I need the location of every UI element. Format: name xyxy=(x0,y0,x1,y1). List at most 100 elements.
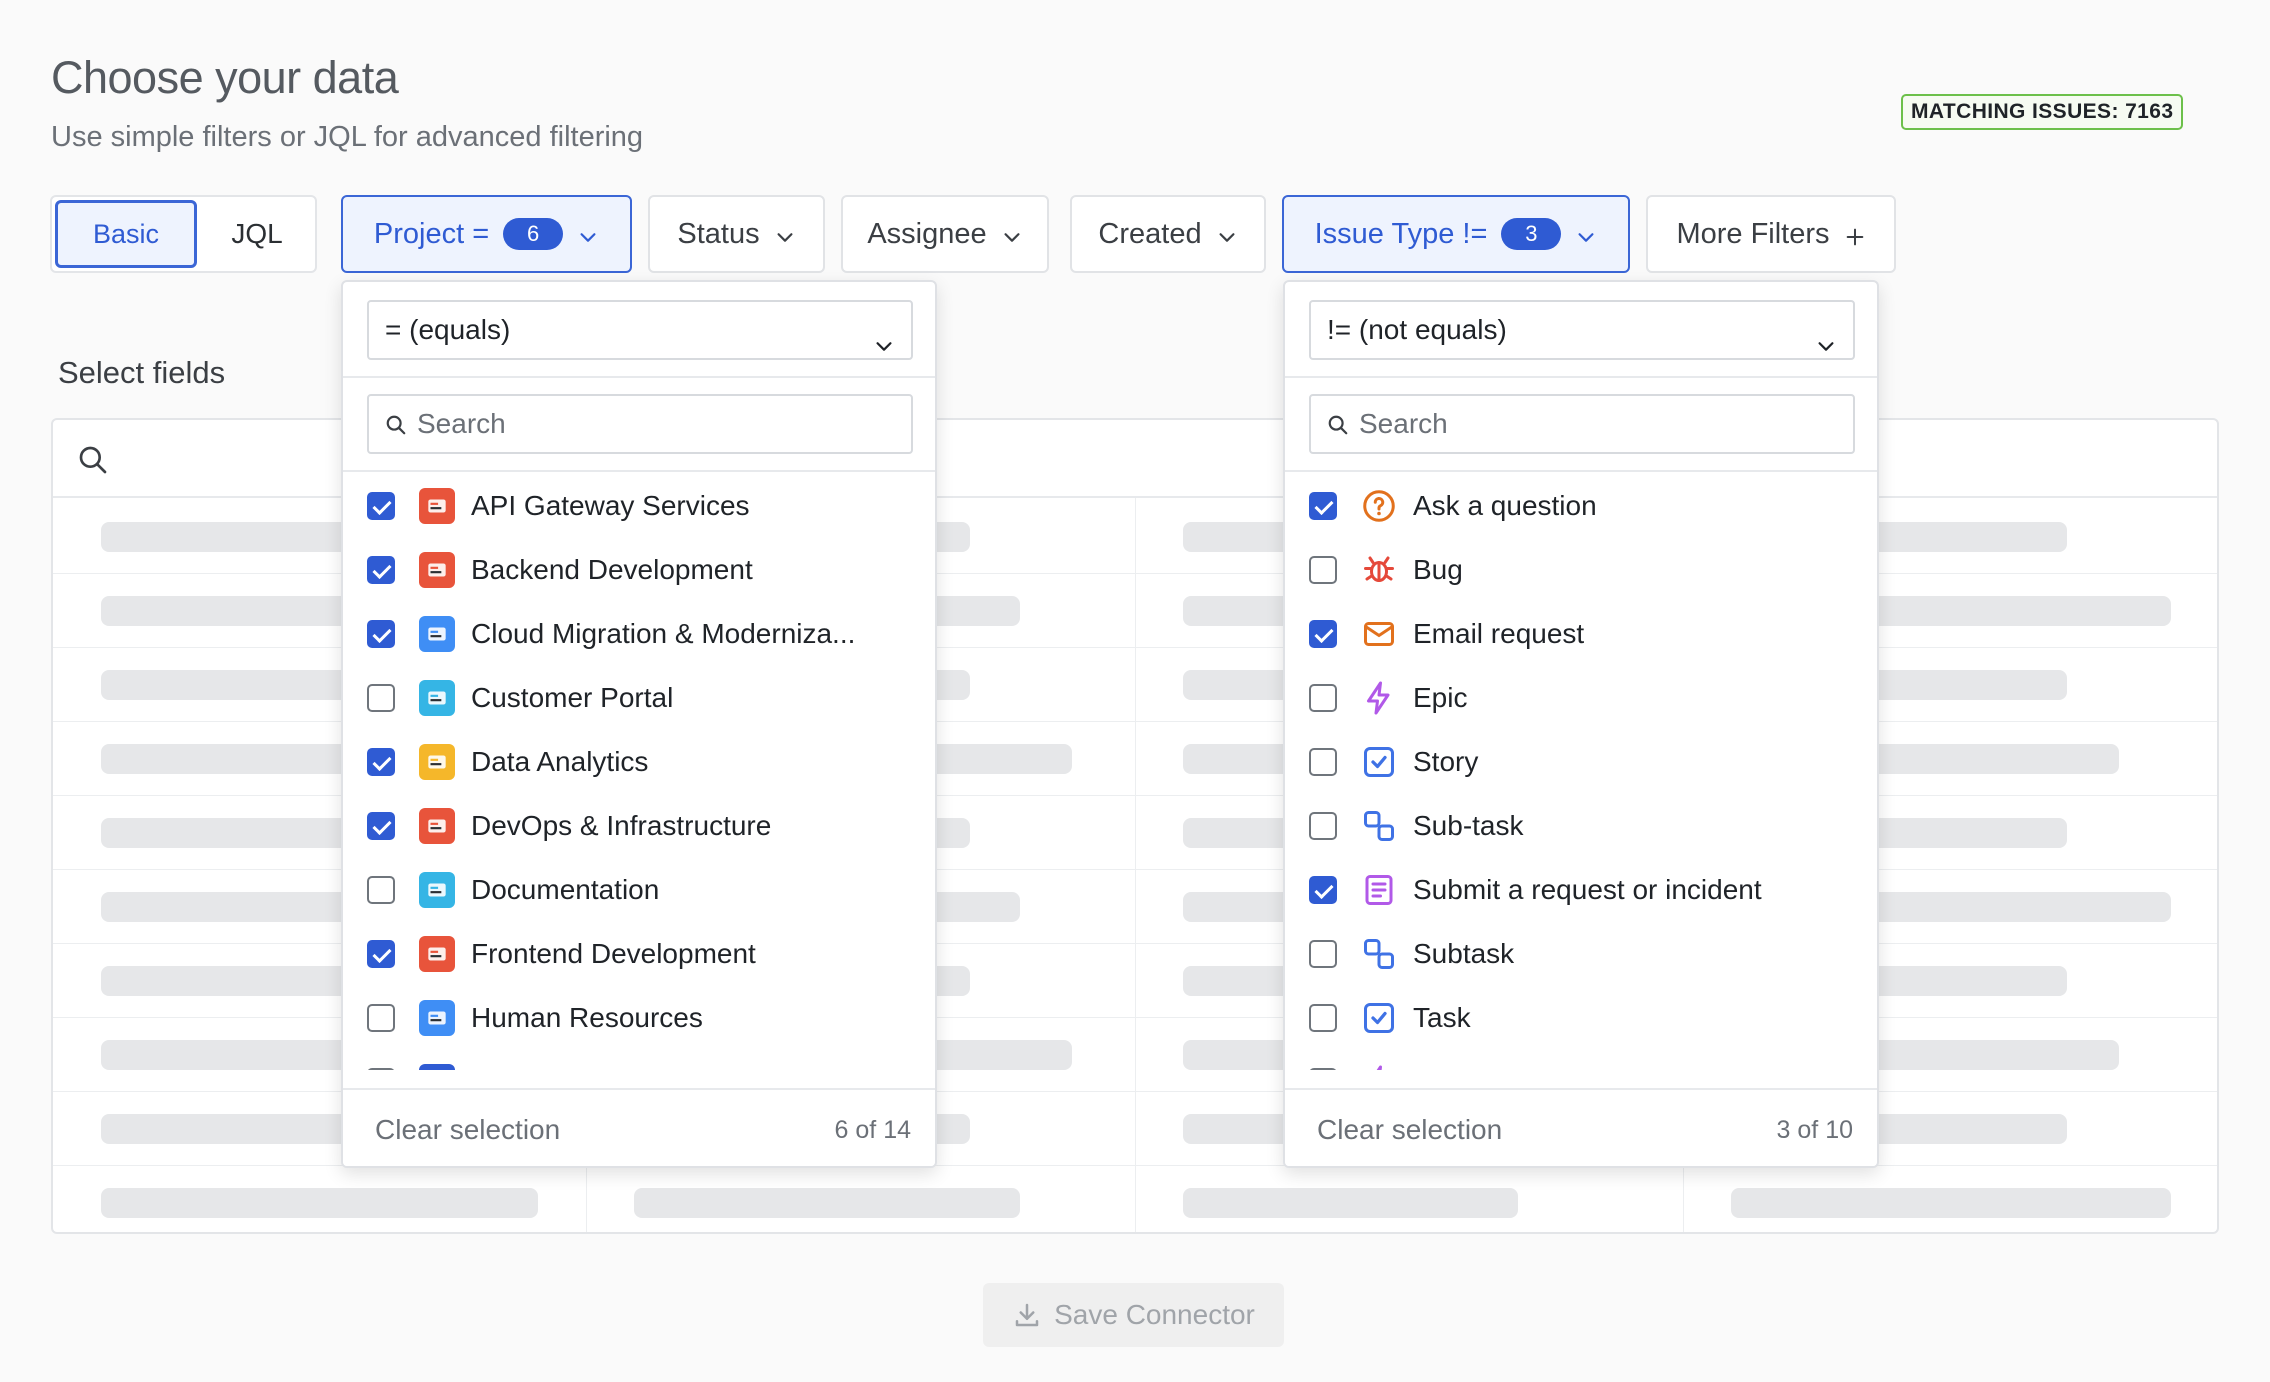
project-checkbox[interactable] xyxy=(367,940,395,968)
issue-type-option-label: Epic xyxy=(1413,682,1468,713)
issue-type-checkbox[interactable] xyxy=(1309,1004,1337,1032)
assignee-filter-button[interactable]: Assignee xyxy=(841,195,1049,273)
skeleton-placeholder xyxy=(1731,1188,2171,1218)
issue-type-option-list: Ask a question Bug Email request Epic Story S… xyxy=(1285,474,1877,1070)
email-icon xyxy=(1364,622,1394,646)
project-checkbox[interactable] xyxy=(367,748,395,776)
issue-type-checkbox[interactable] xyxy=(1309,940,1337,968)
issue-type-checkbox[interactable] xyxy=(1309,1068,1337,1070)
project-option-label: Customer Portal xyxy=(471,682,674,713)
jql-mode-tab[interactable]: JQL xyxy=(202,200,312,268)
issue-type-checkbox[interactable] xyxy=(1309,684,1337,712)
issue-type-clear-selection[interactable]: Clear selection xyxy=(1317,1114,1502,1146)
project-option[interactable]: Frontend Development xyxy=(343,922,935,986)
api-gateway-project-icon xyxy=(419,488,455,524)
project-option[interactable]: Data Analytics xyxy=(343,730,935,794)
issue-type-checkbox[interactable] xyxy=(1309,876,1337,904)
project-filter-label: Project = xyxy=(373,217,490,250)
chevron-down-icon xyxy=(774,223,796,245)
issue-type-checkbox[interactable] xyxy=(1309,812,1337,840)
issue-type-option-label: Subtask xyxy=(1413,938,1515,969)
issue-type-option[interactable]: Story xyxy=(1285,730,1877,794)
project-checkbox[interactable] xyxy=(367,556,395,584)
project-option[interactable]: Human Resources xyxy=(343,986,935,1050)
project-option[interactable]: Customer Portal xyxy=(343,666,935,730)
project-checkbox[interactable] xyxy=(367,492,395,520)
analytics-project-icon xyxy=(419,744,455,780)
task-check-icon xyxy=(1364,1003,1394,1033)
project-option-label: Backend Development xyxy=(471,554,753,585)
project-count-pill: 6 xyxy=(503,218,564,250)
issue-type-option-label: Story xyxy=(1413,746,1479,777)
issue-type-option[interactable]: Sub-task xyxy=(1285,794,1877,858)
project-checkbox[interactable] xyxy=(367,812,395,840)
issue-type-operator-select[interactable]: != (not equals) xyxy=(1309,300,1855,360)
issue-type-operator-value: != (not equals) xyxy=(1327,314,1507,345)
project-dropdown: = (equals) Search API Gateway Services B… xyxy=(341,280,937,1168)
project-option-label: Documentation xyxy=(471,874,660,905)
issue-type-option[interactable]: Email request xyxy=(1285,602,1877,666)
skeleton-placeholder xyxy=(634,1188,1020,1218)
project-checkbox[interactable] xyxy=(367,684,395,712)
project-operator-select[interactable]: = (equals) xyxy=(367,300,913,360)
wrench-project-icon xyxy=(419,808,455,844)
project-filter-button[interactable]: Project = 6 xyxy=(341,195,632,273)
skeleton-placeholder xyxy=(1183,1188,1518,1218)
backend-project-icon xyxy=(419,552,455,588)
project-option-label: Cloud Migration & Moderniza... xyxy=(471,618,856,649)
project-checkbox[interactable] xyxy=(367,1068,395,1070)
notepad-project-icon xyxy=(419,872,455,908)
project-option-label: Human Resources xyxy=(471,1002,703,1033)
issue-type-option-label: Task xyxy=(1413,1002,1471,1033)
divider xyxy=(1285,376,1877,378)
created-filter-button[interactable]: Created xyxy=(1070,195,1266,273)
project-option-label: API Gateway Services xyxy=(471,490,750,521)
project-option-label: DevOps & Infrastructure xyxy=(471,810,772,841)
project-operator-value: = (equals) xyxy=(385,314,511,345)
issue-type-option[interactable]: Ask a question xyxy=(1285,474,1877,538)
project-checkbox[interactable] xyxy=(367,876,395,904)
issue-type-option[interactable]: Workstream xyxy=(1285,1050,1877,1070)
skeleton-placeholder xyxy=(101,1188,538,1218)
issue-type-option-label: Ask a question xyxy=(1413,490,1597,521)
issue-type-option[interactable]: Subtask xyxy=(1285,922,1877,986)
issue-type-option[interactable]: Task xyxy=(1285,986,1877,1050)
chevron-down-icon xyxy=(577,223,599,245)
issue-type-option[interactable]: Bug xyxy=(1285,538,1877,602)
project-option-list: API Gateway Services Backend Development… xyxy=(343,474,935,1070)
issue-type-checkbox[interactable] xyxy=(1309,748,1337,776)
search-icon xyxy=(1328,415,1348,435)
issue-type-checkbox[interactable] xyxy=(1309,492,1337,520)
basic-mode-tab[interactable]: Basic xyxy=(55,200,197,268)
frontend-project-icon xyxy=(419,936,455,972)
issue-type-option[interactable]: Submit a request or incident xyxy=(1285,858,1877,922)
project-search-input[interactable]: Search xyxy=(367,394,913,454)
project-option[interactable]: API Gateway Services xyxy=(343,474,935,538)
save-connector-button[interactable]: Save Connector xyxy=(983,1283,1284,1347)
issue-type-search-input[interactable]: Search xyxy=(1309,394,1855,454)
project-option[interactable]: Documentation xyxy=(343,858,935,922)
chevron-down-icon xyxy=(1001,223,1023,245)
divider xyxy=(343,376,935,378)
status-filter-button[interactable]: Status xyxy=(648,195,825,273)
issue-type-option[interactable]: Epic xyxy=(1285,666,1877,730)
project-option[interactable]: Cloud Migration & Moderniza... xyxy=(343,602,935,666)
hr-project-icon xyxy=(419,1000,455,1036)
more-filters-button[interactable]: More Filters xyxy=(1646,195,1896,273)
project-option[interactable]: DevOps & Infrastructure xyxy=(343,794,935,858)
project-checkbox[interactable] xyxy=(367,1004,395,1032)
project-option-label: Frontend Development xyxy=(471,938,756,969)
issue-type-filter-button[interactable]: Issue Type != 3 xyxy=(1282,195,1630,273)
more-filters-label: More Filters xyxy=(1676,217,1830,250)
project-clear-selection[interactable]: Clear selection xyxy=(375,1114,560,1146)
project-option[interactable]: Mobile App xyxy=(343,1050,935,1070)
issue-type-checkbox[interactable] xyxy=(1309,556,1337,584)
issue-type-checkbox[interactable] xyxy=(1309,620,1337,648)
assignee-filter-label: Assignee xyxy=(867,217,987,250)
save-connector-label: Save Connector xyxy=(1054,1299,1255,1330)
issue-type-count-pill: 3 xyxy=(1501,218,1562,250)
project-option[interactable]: Backend Development xyxy=(343,538,935,602)
project-checkbox[interactable] xyxy=(367,620,395,648)
issue-type-search-placeholder: Search xyxy=(1359,408,1448,439)
lightning-icon xyxy=(1367,681,1390,715)
